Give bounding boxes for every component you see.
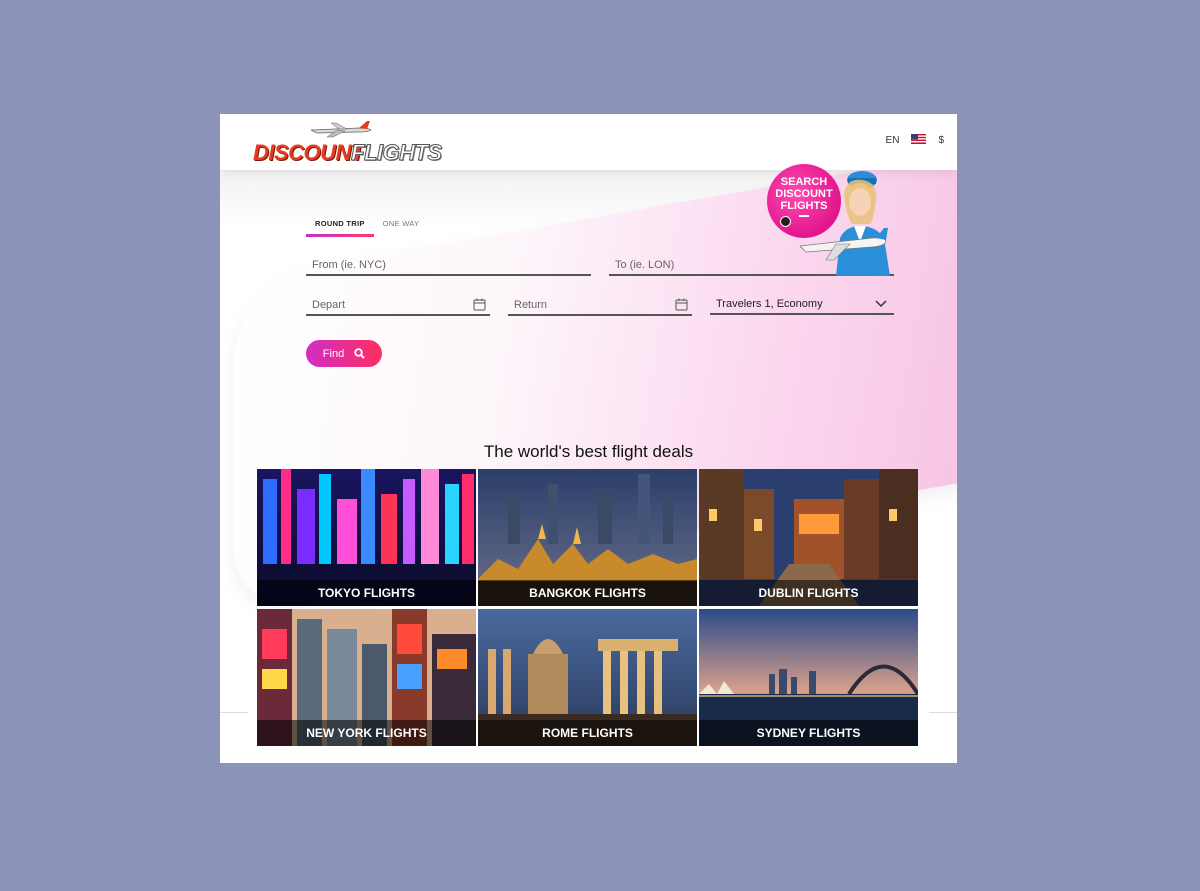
tile-label: TOKYO FLIGHTS [257, 580, 476, 606]
travelers-value: Travelers 1, Economy [716, 298, 823, 310]
depart-placeholder: Depart [312, 299, 346, 311]
travelers-select[interactable]: Travelers 1, Economy [710, 293, 894, 315]
language-selector[interactable]: EN [886, 135, 900, 146]
tile-label: ROME FLIGHTS [478, 720, 697, 746]
tile-label: SYDNEY FLIGHTS [699, 720, 918, 746]
calendar-icon[interactable] [675, 298, 688, 311]
chevron-down-icon [780, 216, 791, 227]
deal-tile-rome[interactable]: ROME FLIGHTS [478, 609, 697, 746]
logo-word-discount: DISCOUNT [253, 140, 364, 165]
depart-date-field[interactable]: Depart [306, 294, 490, 316]
from-field[interactable]: From (ie. NYC) [306, 254, 591, 276]
chevron-down-icon [875, 300, 887, 308]
airplane-logo-icon [310, 121, 372, 138]
search-icon [354, 348, 365, 359]
us-flag-icon[interactable] [911, 134, 927, 147]
divider-right [929, 712, 957, 713]
deal-tile-bangkok[interactable]: BANGKOK FLIGHTS [478, 469, 697, 606]
logo-word-flights: FLIGHTS [351, 140, 443, 166]
find-label: Find [322, 347, 345, 360]
tile-label: DUBLIN FLIGHTS [699, 580, 918, 606]
deal-tile-new-york[interactable]: NEW YORK FLIGHTS [257, 609, 476, 746]
calendar-icon[interactable] [473, 298, 486, 311]
deal-tile-dublin[interactable]: DUBLIN FLIGHTS [699, 469, 918, 606]
tile-label: NEW YORK FLIGHTS [257, 720, 476, 746]
tile-label: BANGKOK FLIGHTS [478, 580, 697, 606]
deal-tile-sydney[interactable]: SYDNEY FLIGHTS [699, 609, 918, 746]
deals-heading: The world's best flight deals [483, 442, 694, 461]
return-placeholder: Return [514, 299, 548, 311]
trip-type-tabs: ROUND TRIP ONE WAY [306, 219, 428, 237]
tab-one-way[interactable]: ONE WAY [374, 219, 429, 237]
find-button[interactable]: Find [306, 340, 382, 367]
deals-grid: TOKYO FLIGHTS BANGKOK FLIGHTS DUBLIN FLI… [257, 469, 919, 747]
return-date-field[interactable]: Return [508, 294, 692, 316]
stewardess-illustration [800, 171, 890, 276]
currency-selector[interactable]: $ [938, 135, 944, 146]
deal-tile-tokyo[interactable]: TOKYO FLIGHTS [257, 469, 476, 606]
page-frame: DISCOUNT FLIGHTS EN $ SEARCH DISCOUNT FL… [220, 114, 957, 763]
site-logo[interactable]: DISCOUNT FLIGHTS [253, 120, 443, 166]
divider-left [220, 712, 248, 713]
tab-round-trip[interactable]: ROUND TRIP [306, 219, 374, 237]
